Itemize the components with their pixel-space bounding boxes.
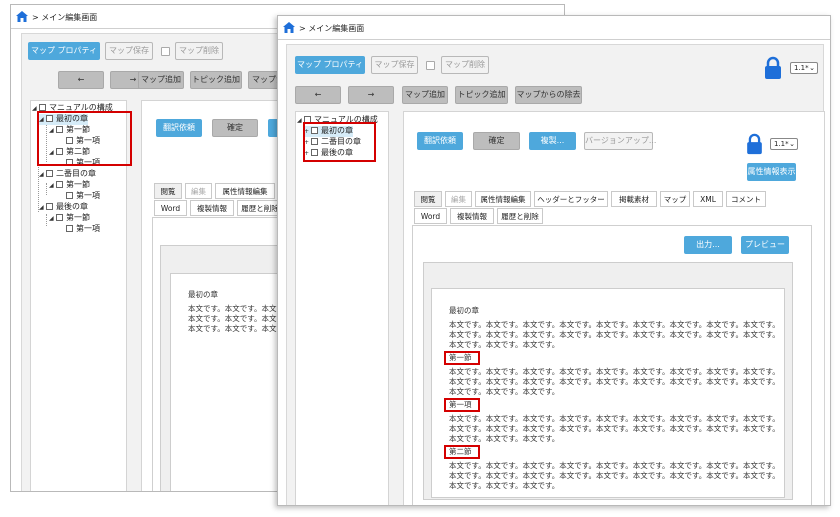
- version-select[interactable]: 1.1* ⌄: [770, 138, 798, 150]
- tab-map[interactable]: マップ: [660, 191, 690, 207]
- doc-line: 本文です。本文です。本文です。本文です。本文です。本文です。本文です。本文です。…: [449, 377, 780, 386]
- home-icon[interactable]: [283, 22, 295, 33]
- version-select[interactable]: 1.1* ⌄: [790, 62, 818, 74]
- map-save-button[interactable]: マップ保存: [371, 56, 418, 74]
- tab-body: 出力... プレビュー 最初の章 本文です。本文です。本文です。本文です。本文で…: [412, 225, 812, 505]
- forward-button[interactable]: →: [348, 86, 394, 104]
- tab-edit[interactable]: 編集: [445, 191, 472, 207]
- doc-line: 本文です。本文です。本文です。本文です。本文です。本文です。本文です。本文です。…: [449, 471, 780, 480]
- topic-icon: [56, 181, 63, 188]
- tab-attribute-edit[interactable]: 属性情報編集: [475, 191, 531, 207]
- map-remove-button[interactable]: マップからの除去: [515, 86, 582, 104]
- tab-header-footer[interactable]: ヘッダーとフッター: [534, 191, 608, 207]
- tab-xml[interactable]: XML: [693, 191, 723, 207]
- doc-line: 本文です。本文です。本文です: [188, 324, 292, 333]
- lock-icon[interactable]: [764, 56, 782, 80]
- map-delete-button[interactable]: マップ削除: [441, 56, 489, 74]
- back-button[interactable]: ←: [58, 71, 104, 89]
- topic-icon: [66, 225, 73, 232]
- highlight-box: [444, 445, 480, 459]
- tab-word[interactable]: Word: [154, 200, 187, 216]
- tree-node-ch2[interactable]: ◢ 二番目の章: [39, 169, 96, 180]
- collapse-toggle-icon[interactable]: ◢: [49, 181, 56, 191]
- doc-line: 本文です。本文です。本文です。: [449, 340, 560, 349]
- tab-view[interactable]: 閲覧: [154, 183, 182, 199]
- doc-line: 本文です。本文です。本文です。本文です。本文です。本文です。本文です。本文です。…: [449, 330, 780, 339]
- doc-line: 本文です。本文です。本文です。: [449, 481, 560, 490]
- topic-icon: [46, 203, 53, 210]
- topic-icon: [56, 214, 63, 221]
- title-bar: > メイン編集画面: [278, 16, 830, 40]
- tree-node-ch2-sec1[interactable]: ◢ 第一節: [49, 180, 90, 191]
- output-button[interactable]: 出力...: [684, 236, 732, 254]
- tab-attribute-edit[interactable]: 属性情報編集: [215, 183, 275, 199]
- map-properties-button[interactable]: マップ プロパティ: [295, 56, 365, 74]
- doc-line: 本文です。本文です。本文です。本文です。本文です。本文です。本文です。本文です。…: [449, 461, 780, 470]
- topic-add-button[interactable]: トピック追加: [455, 86, 508, 104]
- tree-node-ch3-item1[interactable]: 第一項: [59, 224, 100, 234]
- highlight-box: [303, 122, 376, 162]
- topic-icon: [66, 192, 73, 199]
- main-edit-window-front: > メイン編集画面 マップ プロパティ マップ保存 マップ削除 1.1* ⌄ ← …: [277, 15, 831, 506]
- map-delete-button[interactable]: マップ削除: [175, 42, 223, 60]
- tab-word[interactable]: Word: [414, 208, 447, 224]
- translate-request-button[interactable]: 翻訳依頼: [417, 132, 463, 150]
- chevron-down-icon: ⌄: [789, 140, 795, 148]
- document-preview: 最初の章 本文です。本文です。本文です。本文です。本文です。本文です。本文です。…: [431, 288, 785, 498]
- confirm-button[interactable]: 確定: [473, 132, 520, 150]
- highlight-box: [444, 398, 480, 412]
- topic-icon: [46, 170, 53, 177]
- version-up-button[interactable]: バージョンアップ...: [584, 132, 656, 150]
- tab-view[interactable]: 閲覧: [414, 191, 442, 207]
- tab-copy-info[interactable]: 複製情報: [190, 200, 234, 216]
- tree-node-ch3[interactable]: ◢ 最後の章: [39, 202, 88, 213]
- tree-node-ch2-item1[interactable]: 第一項: [59, 191, 100, 201]
- collapse-toggle-icon[interactable]: ◢: [39, 203, 46, 213]
- attribute-display-button[interactable]: 属性情報表示: [747, 163, 796, 181]
- doc-line: 本文です。本文です。本文です: [188, 304, 292, 313]
- doc-line: 本文です。本文です。本文です。: [449, 434, 560, 443]
- preview-button[interactable]: プレビュー: [741, 236, 789, 254]
- highlight-box: [37, 111, 132, 166]
- map-checkbox[interactable]: [161, 47, 170, 56]
- lock-icon[interactable]: [746, 133, 763, 155]
- doc-line: 本文です。本文です。本文です: [188, 314, 292, 323]
- back-button[interactable]: ←: [295, 86, 341, 104]
- collapse-toggle-icon[interactable]: ◢: [39, 170, 46, 180]
- doc-line: 本文です。本文です。本文です。本文です。本文です。本文です。本文です。本文です。…: [449, 414, 780, 423]
- tab-materials[interactable]: 掲載素材: [611, 191, 657, 207]
- doc-title: 最初の章: [188, 290, 218, 299]
- confirm-button[interactable]: 確定: [212, 119, 258, 137]
- highlight-box: [444, 351, 480, 365]
- tab-edit[interactable]: 編集: [185, 183, 212, 199]
- doc-line: 本文です。本文です。本文です。: [449, 387, 560, 396]
- map-add-button[interactable]: マップ追加: [138, 71, 184, 89]
- topic-add-button[interactable]: トピック追加: [190, 71, 242, 89]
- window-title: > メイン編集画面: [299, 24, 365, 33]
- doc-line: 本文です。本文です。本文です。本文です。本文です。本文です。本文です。本文です。…: [449, 367, 780, 376]
- content-pane: 翻訳依頼 確定 複製... バージョンアップ... 1.1* ⌄ 属性情報表示 閲…: [403, 111, 825, 505]
- map-save-button[interactable]: マップ保存: [105, 42, 153, 60]
- editor-panel: マップ プロパティ マップ保存 マップ削除 1.1* ⌄ ← → マップ追加 トピ…: [286, 44, 825, 505]
- tab-copy-info[interactable]: 複製情報: [450, 208, 494, 224]
- tab-comment[interactable]: コメント: [726, 191, 766, 207]
- map-tree: ◢ マニュアルの構成 + 最初の章 + 二番目の章 + 最後の章: [295, 111, 389, 505]
- document-frame: 最初の章 本文です。本文です。本文です。本文です。本文です。本文です。本文です。…: [423, 262, 793, 500]
- home-icon[interactable]: [16, 11, 28, 22]
- collapse-toggle-icon[interactable]: ◢: [49, 214, 56, 224]
- window-title: > メイン編集画面: [32, 13, 98, 22]
- map-icon: [39, 104, 46, 111]
- map-checkbox[interactable]: [426, 61, 435, 70]
- doc-line: 本文です。本文です。本文です。本文です。本文です。本文です。本文です。本文です。…: [449, 320, 780, 329]
- tab-history-delete[interactable]: 履歴と削除: [497, 208, 543, 224]
- copy-button[interactable]: 複製...: [529, 132, 576, 150]
- map-add-button[interactable]: マップ追加: [402, 86, 448, 104]
- doc-line: 本文です。本文です。本文です。本文です。本文です。本文です。本文です。本文です。…: [449, 424, 780, 433]
- translate-request-button[interactable]: 翻訳依頼: [156, 119, 202, 137]
- tree-node-ch3-sec1[interactable]: ◢ 第一節: [49, 213, 90, 224]
- map-properties-button[interactable]: マップ プロパティ: [28, 42, 100, 60]
- chevron-down-icon: ⌄: [809, 64, 815, 72]
- doc-title: 最初の章: [449, 306, 479, 315]
